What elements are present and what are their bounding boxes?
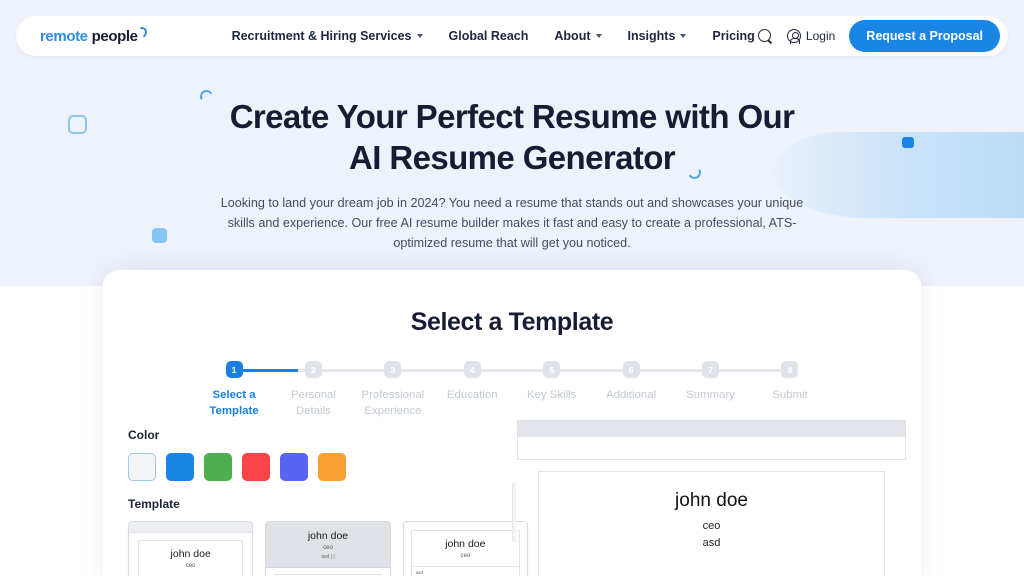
nav-item-label: Global Reach	[448, 29, 529, 43]
nav-item-label: Insights	[627, 29, 676, 43]
hero-title: Create Your Perfect Resume with Our AI R…	[0, 96, 1024, 178]
preview-toolbar[interactable]	[517, 420, 906, 436]
template-section-label: Template	[128, 497, 180, 511]
step-key-skills[interactable]: 5 Key Skills	[513, 361, 591, 403]
thumbnail-name: john doe	[307, 530, 349, 542]
step-label: Submit	[772, 389, 808, 401]
navbar-actions: Login Request a Proposal	[757, 20, 1008, 52]
step-number: 3	[384, 361, 402, 378]
thumbnail-extra: asd	[415, 570, 423, 575]
login-button[interactable]: Login	[786, 29, 836, 45]
thumbnail-role: ceo	[323, 545, 333, 551]
color-swatch-orange[interactable]	[318, 453, 346, 481]
nav-item-label: Recruitment & Hiring Services	[231, 29, 412, 43]
step-education[interactable]: 4 Education	[433, 361, 511, 403]
step-label: Select a Template	[209, 389, 259, 417]
template-thumbnail-3[interactable]: john doe ceo asd	[402, 521, 528, 576]
logo-text-primary: remote	[40, 27, 88, 45]
thumbnail-name: john doe	[445, 538, 486, 550]
hero-title-line-1: Create Your Perfect Resume with Our	[229, 98, 795, 135]
preview-name: john doe	[675, 490, 748, 511]
search-icon[interactable]	[757, 28, 773, 44]
hero-title-line-2: AI Resume Generator	[348, 139, 676, 176]
nav-item-about[interactable]: About	[554, 29, 602, 43]
page-root: remote people Recruitment & Hiring Servi…	[0, 0, 1024, 576]
step-number: 6	[622, 361, 640, 378]
resume-builder-card: Select a Template 1 Select a Template 2 …	[103, 270, 921, 576]
color-swatch-red[interactable]	[242, 453, 270, 481]
step-number: 1	[225, 361, 243, 378]
step-label: Personal Details	[290, 389, 336, 417]
stepper-track-fill	[234, 369, 298, 372]
logo-text-secondary: people	[91, 27, 138, 45]
step-label: Key Skills	[527, 389, 577, 401]
builder-title: Select a Template	[410, 308, 614, 336]
template-thumbnail-1[interactable]: john doe ceo	[128, 521, 254, 576]
chevron-down-icon	[416, 34, 423, 38]
template-thumbnail-list: john doe ceo john doe ceo asd | | john d…	[128, 521, 528, 576]
hero-subtitle: Looking to land your dream job in 2024? …	[220, 196, 804, 250]
step-number: 4	[463, 361, 481, 378]
thumbnail-toolbar	[129, 522, 253, 533]
preview-role: ceo	[702, 520, 721, 532]
nav-item-label: About	[554, 29, 591, 43]
nav-item-global-reach[interactable]: Global Reach	[449, 29, 529, 43]
resume-preview-panel: john doe ceo asd	[512, 420, 906, 576]
builder-controls: Color Template john doe ceo john doe ceo…	[128, 428, 528, 576]
user-circle-icon	[786, 29, 801, 45]
step-number: 7	[702, 361, 720, 378]
request-proposal-button[interactable]: Request a Proposal	[849, 20, 1000, 52]
nav-item-label: Pricing	[712, 29, 755, 43]
site-logo[interactable]: remote people	[40, 25, 149, 45]
thumbnail-role: ceo	[460, 553, 471, 559]
decorative-square-filled	[152, 228, 167, 243]
thumbnail-divider	[411, 566, 519, 567]
thumbnail-name: john doe	[170, 548, 211, 560]
color-section-label: Color	[128, 428, 160, 442]
color-swatch-white[interactable]	[128, 453, 156, 481]
color-swatch-green[interactable]	[204, 453, 232, 481]
navbar: remote people Recruitment & Hiring Servi…	[16, 16, 1008, 56]
step-label: Summary	[686, 389, 735, 401]
step-submit[interactable]: 8 Submit	[751, 361, 829, 403]
step-number: 2	[304, 361, 322, 378]
preview-extra: asd	[702, 537, 721, 549]
nav-item-pricing[interactable]: Pricing	[712, 29, 754, 43]
progress-stepper: 1 Select a Template 2 Personal Details 3…	[195, 361, 829, 423]
step-label: Additional	[606, 389, 657, 401]
step-label: Education	[446, 389, 498, 401]
step-additional[interactable]: 6 Additional	[592, 361, 670, 403]
thumbnail-role: ceo	[185, 563, 196, 569]
login-label: Login	[805, 29, 836, 43]
thumbnail-extra: asd | |	[321, 554, 335, 560]
chevron-down-icon	[680, 34, 687, 38]
nav-item-recruitment[interactable]: Recruitment & Hiring Services	[232, 29, 423, 43]
nav-item-insights[interactable]: Insights	[628, 29, 687, 43]
step-label: Professional Experience	[361, 389, 425, 417]
preview-document: john doe ceo asd	[538, 471, 885, 576]
color-swatch-indigo[interactable]	[280, 453, 308, 481]
chevron-down-icon	[595, 34, 602, 38]
preview-strip	[517, 436, 906, 460]
nav-links: Recruitment & Hiring Services Global Rea…	[232, 29, 755, 43]
step-number: 8	[781, 361, 799, 378]
step-number: 5	[543, 361, 561, 378]
color-swatch-blue[interactable]	[166, 453, 194, 481]
color-swatch-list	[128, 453, 528, 481]
step-summary[interactable]: 7 Summary	[672, 361, 750, 403]
template-thumbnail-2[interactable]: john doe ceo asd | |	[265, 521, 391, 576]
preview-left-edge	[512, 482, 516, 542]
